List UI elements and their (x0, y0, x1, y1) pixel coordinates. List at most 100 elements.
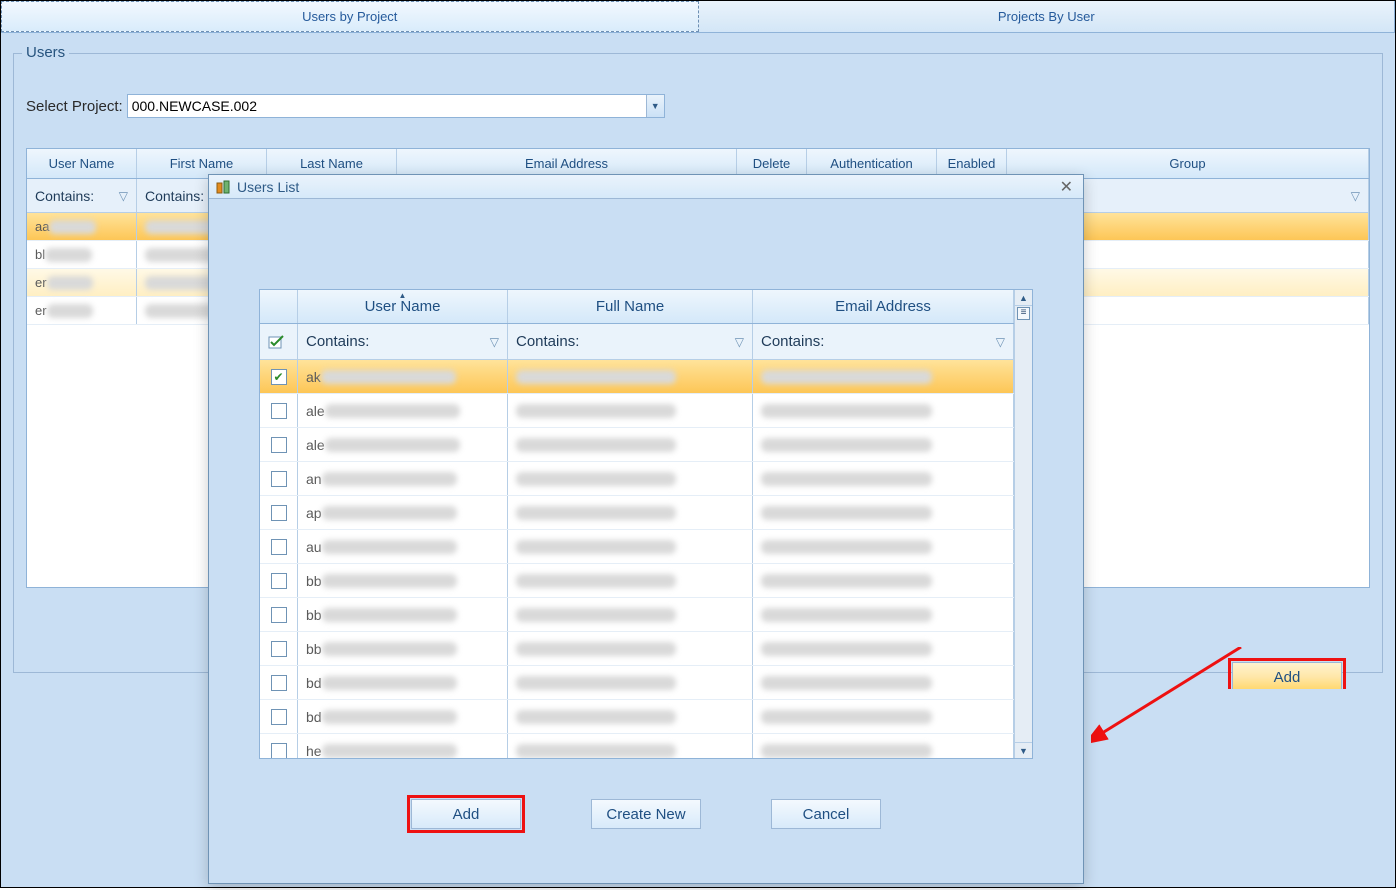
dialog-add-button[interactable]: Add (411, 799, 521, 829)
cell-user: ale (298, 428, 508, 461)
scroll-down-icon[interactable]: ▼ (1015, 742, 1032, 758)
cell-email (753, 496, 1014, 529)
cell-user: aa (27, 213, 137, 240)
list-item[interactable]: an (260, 462, 1014, 496)
row-checkbox[interactable] (260, 394, 298, 427)
list-item[interactable]: ✔ak (260, 360, 1014, 394)
list-item[interactable]: au (260, 530, 1014, 564)
project-select-row: Select Project: ▼ (26, 94, 1370, 118)
cell-user: bd (298, 666, 508, 699)
cell-email (753, 734, 1014, 758)
cell-full (508, 462, 753, 495)
col-user-name[interactable]: User Name (27, 149, 137, 178)
cell-full (508, 394, 753, 427)
col-email[interactable]: Email Address (753, 290, 1014, 323)
row-checkbox[interactable] (260, 632, 298, 665)
list-item[interactable]: bd (260, 700, 1014, 734)
list-item[interactable]: bb (260, 564, 1014, 598)
col-user-name[interactable]: ▲User Name (298, 290, 508, 323)
dialog-titlebar[interactable]: Users List ✕ (209, 175, 1083, 199)
cell-user: bb (298, 632, 508, 665)
cell-email (753, 428, 1014, 461)
dlg-filter-full[interactable]: Contains:▽ (508, 324, 753, 359)
filter-icon[interactable]: ▽ (1351, 189, 1360, 203)
cell-email (753, 530, 1014, 563)
col-checkbox[interactable] (260, 290, 298, 323)
cell-full (508, 666, 753, 699)
list-item[interactable]: he (260, 734, 1014, 758)
filter-icon[interactable]: ▽ (490, 335, 499, 349)
list-item[interactable]: ale (260, 428, 1014, 462)
list-item[interactable]: bd (260, 666, 1014, 700)
row-checkbox[interactable] (260, 700, 298, 733)
cell-user: ap (298, 496, 508, 529)
cell-user: he (298, 734, 508, 758)
list-item[interactable]: ap (260, 496, 1014, 530)
cell-user: bb (298, 564, 508, 597)
dialog-grid: ▲User Name Full Name Email Address Conta… (259, 289, 1033, 759)
sort-asc-icon: ▲ (399, 291, 407, 300)
dlg-filter-email[interactable]: Contains:▽ (753, 324, 1014, 359)
tab-bar: Users by Project Projects By User (1, 1, 1395, 33)
cell-email (753, 632, 1014, 665)
dlg-filter-user[interactable]: Contains:▽ (298, 324, 508, 359)
scroll-options-icon[interactable]: ≡ (1017, 307, 1030, 320)
dialog-body: ▲User Name Full Name Email Address Conta… (209, 199, 1083, 849)
cell-email (753, 462, 1014, 495)
project-select-dropdown-icon[interactable]: ▼ (646, 95, 664, 117)
row-checkbox[interactable] (260, 734, 298, 758)
row-checkbox[interactable]: ✔ (260, 360, 298, 393)
row-checkbox[interactable] (260, 428, 298, 461)
row-checkbox[interactable] (260, 564, 298, 597)
filter-icon[interactable]: ▽ (119, 189, 128, 203)
users-list-dialog: Users List ✕ ▲User Name Full Name Email … (208, 174, 1084, 884)
cell-full (508, 428, 753, 461)
col-full-name[interactable]: Full Name (508, 290, 753, 323)
close-icon[interactable]: ✕ (1056, 177, 1077, 197)
panel-legend: Users (22, 44, 69, 61)
project-select-label: Select Project: (26, 98, 123, 115)
add-button-main[interactable]: Add (1232, 662, 1342, 692)
cell-full (508, 598, 753, 631)
row-checkbox[interactable] (260, 462, 298, 495)
list-item[interactable]: bb (260, 598, 1014, 632)
scroll-up-icon[interactable]: ▲ (1015, 290, 1032, 306)
cell-user: an (298, 462, 508, 495)
dialog-create-new-button[interactable]: Create New (591, 799, 701, 829)
cell-full (508, 700, 753, 733)
tab-users-by-project[interactable]: Users by Project (1, 1, 699, 32)
cell-email (753, 598, 1014, 631)
cell-full (508, 530, 753, 563)
row-checkbox[interactable] (260, 666, 298, 699)
dialog-scrollbar[interactable]: ▲ ≡ ▼ (1014, 290, 1032, 758)
cell-user: er (27, 269, 137, 296)
dialog-title: Users List (237, 179, 299, 195)
app-window: Users by Project Projects By User Users … (0, 0, 1396, 888)
project-select-input[interactable] (128, 95, 646, 117)
cell-email (753, 394, 1014, 427)
row-checkbox[interactable] (260, 496, 298, 529)
tab-projects-by-user[interactable]: Projects By User (699, 1, 1396, 32)
dialog-grid-header: ▲User Name Full Name Email Address (260, 290, 1014, 324)
filter-icon[interactable]: ▽ (735, 335, 744, 349)
cell-full (508, 632, 753, 665)
cell-user: bl (27, 241, 137, 268)
filter-check-icon[interactable] (260, 324, 298, 359)
cell-email (753, 360, 1014, 393)
project-select[interactable]: ▼ (127, 94, 665, 118)
filter-user[interactable]: Contains:▽ (27, 179, 137, 212)
cell-email (753, 700, 1014, 733)
cell-user: er (27, 297, 137, 324)
cell-full (508, 564, 753, 597)
row-checkbox[interactable] (260, 598, 298, 631)
cell-full (508, 496, 753, 529)
cell-email (753, 666, 1014, 699)
list-item[interactable]: ale (260, 394, 1014, 428)
filter-icon[interactable]: ▽ (996, 335, 1005, 349)
dialog-cancel-button[interactable]: Cancel (771, 799, 881, 829)
cell-user: bb (298, 598, 508, 631)
dialog-buttons: Add Create New Cancel (259, 799, 1033, 829)
row-checkbox[interactable] (260, 530, 298, 563)
dialog-filter-row: Contains:▽ Contains:▽ Contains:▽ (260, 324, 1014, 360)
list-item[interactable]: bb (260, 632, 1014, 666)
